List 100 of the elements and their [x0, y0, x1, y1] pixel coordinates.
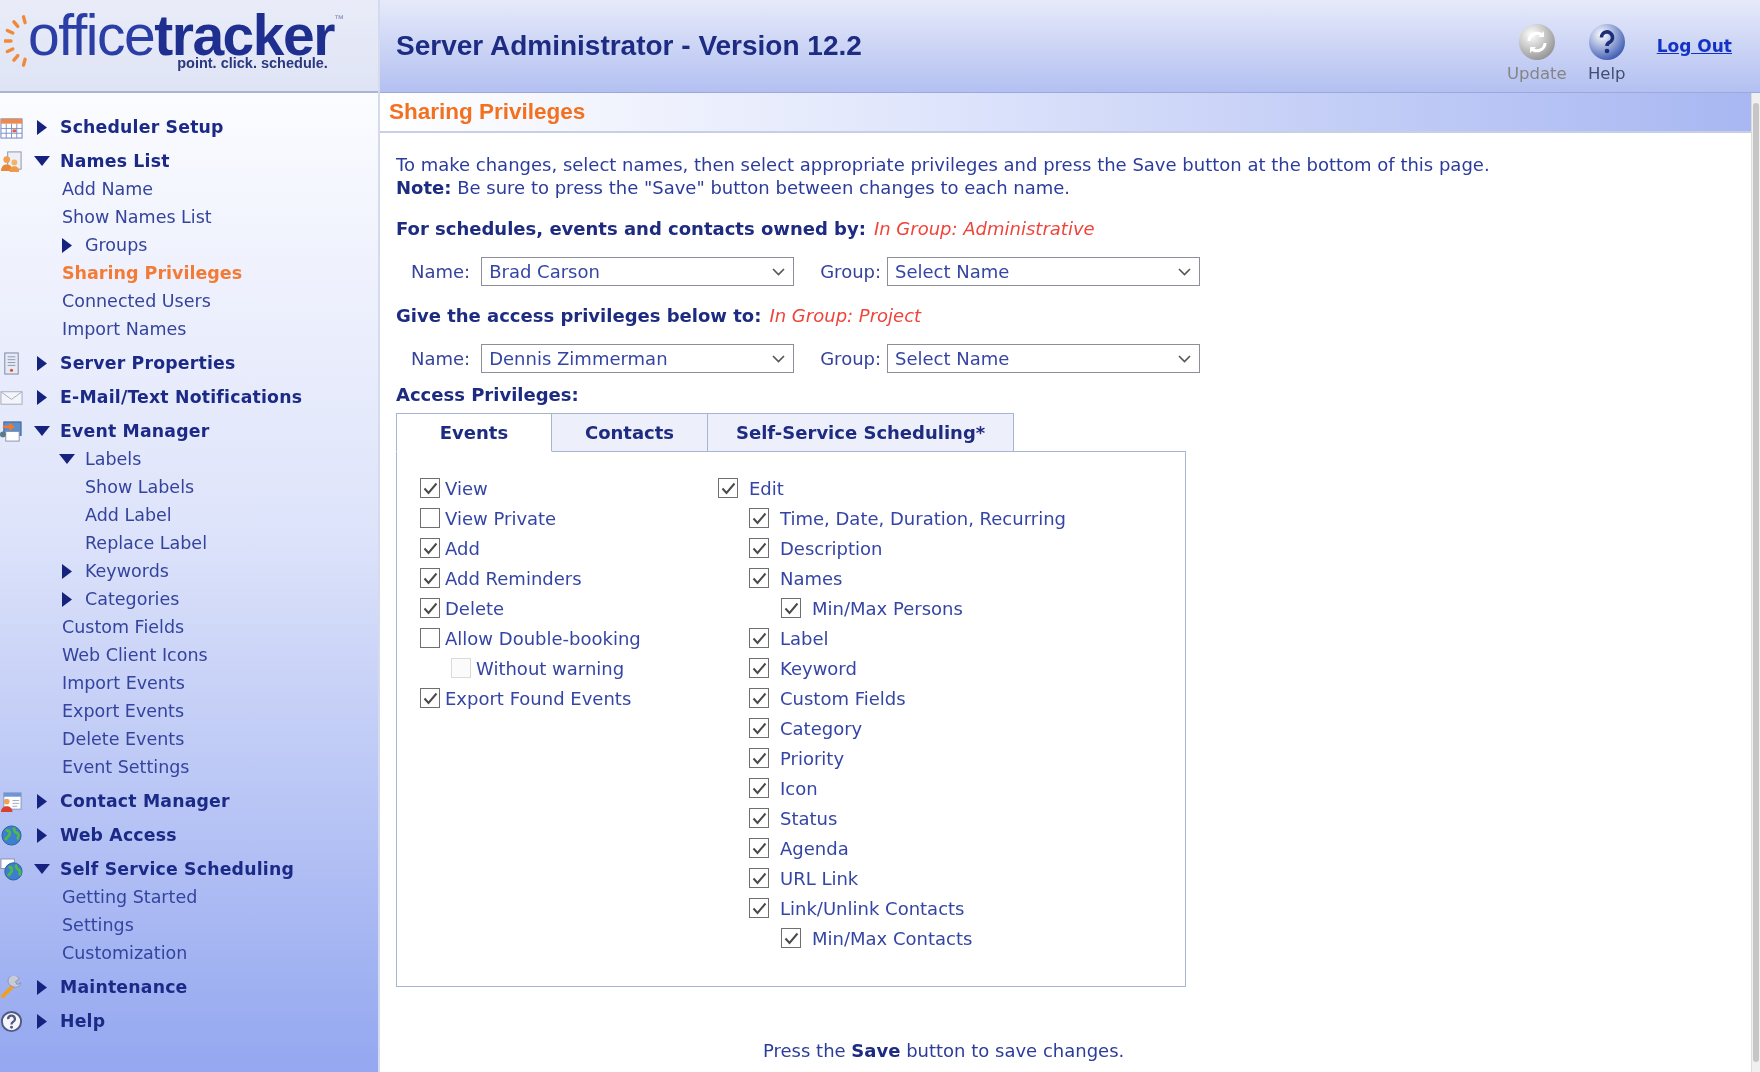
caret-right-icon[interactable]: [62, 591, 72, 607]
checkbox[interactable]: [718, 478, 738, 498]
caret-right-icon[interactable]: [37, 119, 47, 135]
field-label: Name:: [411, 261, 471, 282]
nav-link[interactable]: Groups: [85, 235, 148, 255]
dropdown-field[interactable]: Select Name: [887, 257, 1201, 286]
nav-link[interactable]: E-Mail/Text Notifications: [60, 387, 303, 407]
instruction-text: To make changes, select names, then select appropriate privileges and press the Save button at the bottom of this page.: [396, 153, 1491, 176]
checkbox-label: Time, Date, Duration, Recurring: [780, 507, 1066, 529]
caret-right-icon[interactable]: [37, 827, 47, 843]
checkbox[interactable]: [749, 568, 769, 588]
chevron-down-icon: [1178, 267, 1192, 276]
nav-link[interactable]: Getting Started: [62, 887, 198, 907]
dropdown-field[interactable]: Brad Carson: [481, 257, 795, 286]
nav-link[interactable]: Event Settings: [62, 757, 190, 777]
caret-down-icon[interactable]: [34, 156, 50, 166]
checkbox[interactable]: [420, 508, 440, 528]
nav-link[interactable]: Customization: [62, 943, 188, 963]
checkbox-label: Custom Fields: [780, 687, 906, 709]
nav-link[interactable]: Event Manager: [60, 421, 210, 441]
checkbox[interactable]: [749, 838, 769, 858]
checkbox[interactable]: [749, 508, 769, 528]
nav-link[interactable]: Add Label: [85, 505, 172, 525]
toolbar-button[interactable]: Help: [1586, 21, 1627, 83]
nav-link[interactable]: Scheduler Setup: [60, 117, 224, 137]
group-info: In Group: Administrative: [873, 217, 1095, 240]
checkbox-label: Status: [780, 807, 838, 829]
checkbox[interactable]: [749, 778, 769, 798]
nav-link[interactable]: Web Access: [60, 825, 177, 845]
caret-down-icon[interactable]: [34, 426, 50, 436]
checkbox[interactable]: [749, 658, 769, 678]
nav-link[interactable]: Contact Manager: [60, 791, 230, 811]
nav-link[interactable]: Import Events: [62, 673, 185, 693]
nav-link[interactable]: Custom Fields: [62, 617, 185, 637]
nav-link[interactable]: Export Events: [62, 701, 185, 721]
checkbox[interactable]: [420, 478, 440, 498]
tab[interactable]: Events: [396, 413, 552, 452]
dropdown-field[interactable]: Select Name: [887, 344, 1201, 373]
checkbox[interactable]: [420, 538, 440, 558]
checkbox-label: Edit: [749, 477, 784, 499]
checkbox[interactable]: [420, 568, 440, 588]
checkbox[interactable]: [781, 598, 801, 618]
checkbox-label: Icon: [780, 777, 818, 799]
checkbox-label: Agenda: [780, 837, 849, 859]
caret-right-icon[interactable]: [37, 355, 47, 371]
field-label: Group:: [820, 348, 882, 369]
nav-link[interactable]: Add Name: [62, 179, 154, 199]
nav-link[interactable]: Replace Label: [85, 533, 207, 553]
nav-link[interactable]: Web Client Icons: [62, 645, 208, 665]
checkbox[interactable]: [420, 598, 440, 618]
nav-link[interactable]: Show Names List: [62, 207, 212, 227]
nav-link[interactable]: Server Properties: [60, 353, 236, 373]
logout-link[interactable]: Log Out: [1656, 36, 1732, 56]
nav-link[interactable]: Delete Events: [62, 729, 185, 749]
checkbox[interactable]: [749, 748, 769, 768]
caret-down-icon[interactable]: [34, 864, 50, 874]
chevron-down-icon: [1178, 354, 1192, 363]
checkbox[interactable]: [781, 928, 801, 948]
nav-link[interactable]: Show Labels: [85, 477, 195, 497]
nav-link[interactable]: Self Service Scheduling: [60, 859, 294, 879]
nav-link[interactable]: Labels: [85, 449, 142, 469]
checkbox[interactable]: [749, 688, 769, 708]
tab[interactable]: Contacts: [552, 413, 708, 452]
checkbox[interactable]: [749, 868, 769, 888]
checkbox[interactable]: [420, 628, 440, 648]
checkbox-label: Delete: [445, 597, 505, 619]
checkbox[interactable]: [749, 808, 769, 828]
chevron-down-icon: [772, 354, 786, 363]
nav-link[interactable]: Maintenance: [60, 977, 188, 997]
checkbox[interactable]: [749, 538, 769, 558]
access-label: Access Privileges:: [396, 383, 580, 406]
checkbox[interactable]: [749, 718, 769, 738]
checkbox[interactable]: [420, 688, 440, 708]
nav-link[interactable]: Keywords: [85, 561, 169, 581]
nav-link[interactable]: Names List: [60, 151, 170, 171]
caret-right-icon[interactable]: [37, 979, 47, 995]
nav-link[interactable]: Help: [60, 1011, 106, 1031]
note-text: Note: Be sure to press the "Save" button between changes to each name.: [396, 176, 1072, 199]
checkbox-label: Names: [780, 567, 843, 589]
caret-right-icon[interactable]: [37, 1013, 47, 1029]
checkbox-label: Allow Double-booking: [445, 627, 641, 649]
dropdown-field[interactable]: Dennis Zimmerman: [481, 344, 795, 373]
nav-link[interactable]: Categories: [85, 589, 180, 609]
tab[interactable]: Self-Service Scheduling*: [708, 413, 1015, 452]
vertical-scrollbar[interactable]: [1751, 93, 1760, 1072]
calendar-icon: [0, 115, 23, 139]
checkbox[interactable]: [749, 898, 769, 918]
wrench-icon: [0, 975, 23, 999]
caret-right-icon[interactable]: [62, 563, 72, 579]
caret-down-icon[interactable]: [59, 454, 75, 464]
chevron-down-icon: [772, 267, 786, 276]
nav-link[interactable]: Settings: [62, 915, 134, 935]
caret-right-icon[interactable]: [37, 793, 47, 809]
nav-link[interactable]: Connected Users: [62, 291, 211, 311]
checkbox[interactable]: [749, 628, 769, 648]
nav-link[interactable]: Import Names: [62, 319, 187, 339]
caret-right-icon[interactable]: [37, 389, 47, 405]
checkbox-label: Priority: [780, 747, 845, 769]
caret-right-icon[interactable]: [62, 237, 72, 253]
checkbox-label: Min/Max Contacts: [812, 927, 973, 949]
